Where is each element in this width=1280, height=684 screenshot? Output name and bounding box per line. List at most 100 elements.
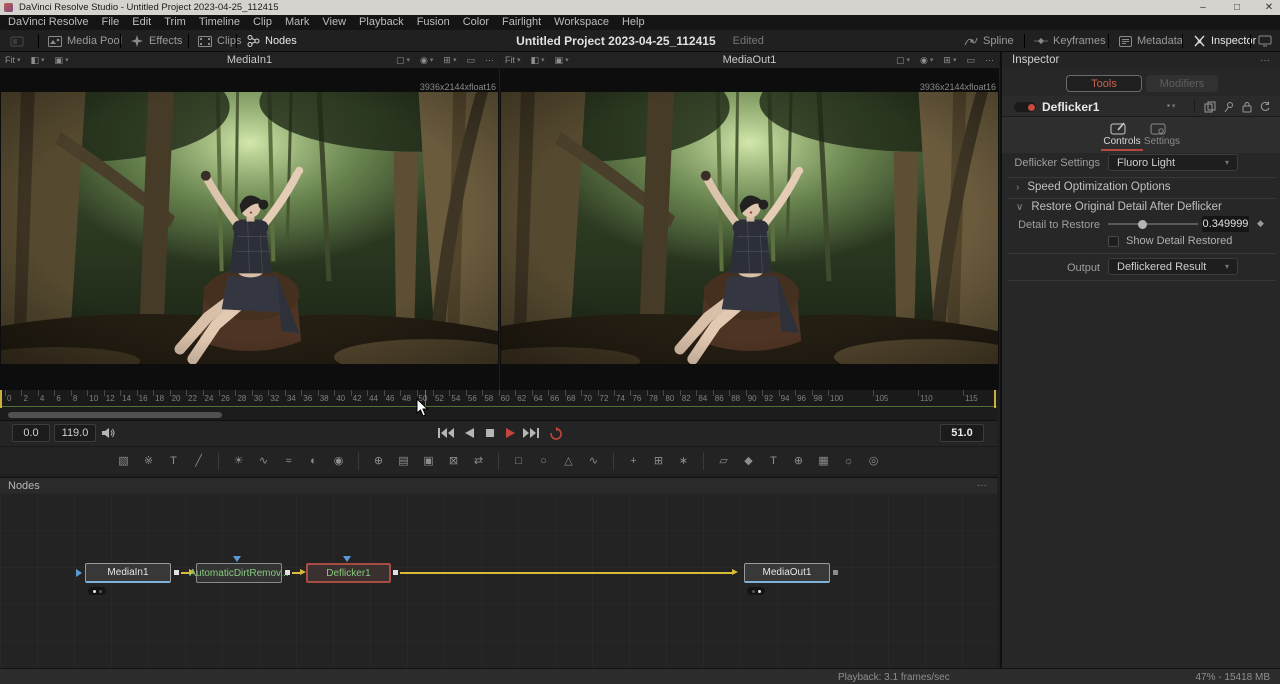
menu-timeline[interactable]: Timeline xyxy=(199,15,240,30)
mediaout1-output-port[interactable] xyxy=(833,570,838,575)
adr-output-port[interactable] xyxy=(285,570,290,575)
camera-3d-tool-icon[interactable]: ▦ xyxy=(813,453,834,469)
menu-mark[interactable]: Mark xyxy=(285,15,309,30)
channel-dropdown-left[interactable]: ▢▾ xyxy=(396,55,410,66)
close-button[interactable]: ✕ xyxy=(1254,0,1280,15)
effects-button[interactable]: Effects xyxy=(130,30,182,52)
split-view-dropdown-right[interactable]: ◧▾ xyxy=(531,55,545,66)
polygon-mask-tool-icon[interactable]: △ xyxy=(558,453,579,469)
brightness-contrast-tool-icon[interactable]: ◐ xyxy=(303,453,324,469)
slider-handle[interactable] xyxy=(1138,220,1147,229)
resize-tool-icon[interactable]: ⊠ xyxy=(443,453,464,469)
viewer-left[interactable]: 3936x2144xfloat16 xyxy=(0,68,499,390)
blur-tool-icon[interactable]: ◉ xyxy=(328,453,349,469)
menu-edit[interactable]: Edit xyxy=(132,15,151,30)
reset-icon[interactable] xyxy=(1259,100,1271,118)
node-graph[interactable]: MediaIn1 AutomaticDirtRemov... Deflicker… xyxy=(0,493,997,668)
detail-to-restore-slider[interactable] xyxy=(1108,223,1198,225)
current-frame-field[interactable]: 51.0 xyxy=(940,424,984,442)
fullscreen-viewer-button[interactable] xyxy=(1258,30,1272,52)
version-dropdown[interactable]: ▪▾ xyxy=(1167,101,1175,110)
inspector-button[interactable]: Inspector xyxy=(1192,30,1256,52)
rectangle-mask-tool-icon[interactable]: □ xyxy=(508,453,529,469)
minimize-button[interactable]: – xyxy=(1188,0,1218,15)
restore-detail-section[interactable]: ∨Restore Original Detail After Deflicker xyxy=(1016,201,1222,213)
menu-fairlight[interactable]: Fairlight xyxy=(502,15,541,30)
menu-trim[interactable]: Trim xyxy=(164,15,186,30)
fast-noise-tool-icon[interactable]: ※ xyxy=(138,453,159,469)
camera-tracker-tool-icon[interactable]: ∗ xyxy=(673,453,694,469)
ellipse-mask-tool-icon[interactable]: ○ xyxy=(533,453,554,469)
lut-dropdown-right[interactable]: ◉▾ xyxy=(920,55,933,66)
viewer-right[interactable]: 3936x2144xfloat16 xyxy=(500,68,999,390)
maximize-button[interactable]: □ xyxy=(1222,0,1252,15)
keyframes-button[interactable]: Keyframes xyxy=(1034,30,1106,52)
menu-clip[interactable]: Clip xyxy=(253,15,272,30)
menu-playback[interactable]: Playback xyxy=(359,15,404,30)
node-enable-toggle[interactable] xyxy=(1014,102,1036,112)
channel-dropdown-right[interactable]: ▢▾ xyxy=(896,55,910,66)
keyframe-diamond-icon[interactable]: ◆ xyxy=(1257,218,1264,229)
speed-optimization-section[interactable]: ›Speed Optimization Options xyxy=(1016,181,1171,193)
range-start-field[interactable]: 0.0 xyxy=(12,424,50,442)
inspector-options[interactable]: ··· xyxy=(1260,55,1270,66)
viewer-left-options[interactable]: ··· xyxy=(485,55,494,65)
renderer-3d-tool-icon[interactable]: ◎ xyxy=(863,453,884,469)
play-button[interactable] xyxy=(500,426,520,440)
matte-control-tool-icon[interactable]: ▣ xyxy=(418,453,439,469)
tab-settings[interactable]: Settings xyxy=(1140,136,1184,147)
tab-tools[interactable]: Tools xyxy=(1066,75,1142,92)
roi-button-right[interactable]: ▭ xyxy=(966,55,975,66)
audio-mute-button[interactable] xyxy=(98,426,118,440)
stereo-dropdown-left[interactable]: ▣▾ xyxy=(55,55,69,66)
loop-in-marker[interactable] xyxy=(0,390,2,408)
menu-workspace[interactable]: Workspace xyxy=(554,15,609,30)
color-curves-tool-icon[interactable]: ∿ xyxy=(253,453,274,469)
output-dropdown[interactable]: Deflickered Result▾ xyxy=(1108,258,1238,275)
paint-tool-icon[interactable]: ╱ xyxy=(188,453,209,469)
last-frame-button[interactable] xyxy=(521,426,541,440)
menu-davinci-resolve[interactable]: DaVinci Resolve xyxy=(8,15,89,30)
mediaout1-thumb-toggle[interactable] xyxy=(747,587,765,595)
menu-help[interactable]: Help xyxy=(622,15,645,30)
mediain1-output-port[interactable] xyxy=(174,570,179,575)
split-view-dropdown-left[interactable]: ◧▾ xyxy=(31,55,45,66)
deflicker-output-port[interactable] xyxy=(393,570,398,575)
fit-dropdown-right[interactable]: Fit▾ xyxy=(505,55,521,65)
adr-input-triangle[interactable] xyxy=(233,556,241,562)
metadata-button[interactable]: Metadata xyxy=(1118,30,1183,52)
text-3d-tool-icon[interactable]: T xyxy=(763,453,784,469)
fit-dropdown-left[interactable]: Fit▾ xyxy=(5,55,21,65)
lut-dropdown-left[interactable]: ◉▾ xyxy=(420,55,433,66)
nodes-button[interactable]: Nodes xyxy=(246,30,297,52)
tab-modifiers[interactable]: Modifiers xyxy=(1146,75,1218,92)
spotlight-3d-tool-icon[interactable]: ☼ xyxy=(838,453,859,469)
grid-dropdown-left[interactable]: ⊞▾ xyxy=(443,55,456,66)
roi-button-left[interactable]: ▭ xyxy=(466,55,475,66)
planar-tracker-tool-icon[interactable]: ⊞ xyxy=(648,453,669,469)
menu-color[interactable]: Color xyxy=(463,15,489,30)
merge-tool-icon[interactable]: ⊕ xyxy=(368,453,389,469)
channel-booleans-tool-icon[interactable]: ▤ xyxy=(393,453,414,469)
timeline-scrollbar[interactable] xyxy=(8,412,222,418)
pin-icon[interactable] xyxy=(1223,100,1235,118)
lock-icon[interactable] xyxy=(1241,100,1253,118)
mediain1-thumb-toggle[interactable] xyxy=(88,587,106,595)
shape-3d-tool-icon[interactable]: ◆ xyxy=(738,453,759,469)
clips-button[interactable]: Clips xyxy=(198,30,241,52)
transform-tool-icon[interactable]: ⇄ xyxy=(468,453,489,469)
node-automaticdirtremoval[interactable]: AutomaticDirtRemov... xyxy=(196,563,282,583)
grid-dropdown-right[interactable]: ⊞▾ xyxy=(943,55,956,66)
copy-settings-icon[interactable] xyxy=(1204,100,1216,118)
first-frame-button[interactable] xyxy=(436,426,456,440)
loop-out-marker[interactable] xyxy=(994,390,996,408)
hue-curves-tool-icon[interactable]: ≈ xyxy=(278,453,299,469)
bspline-mask-tool-icon[interactable]: ∿ xyxy=(583,453,604,469)
ui-layout-toggle[interactable] xyxy=(10,30,24,52)
menu-fusion[interactable]: Fusion xyxy=(417,15,450,30)
stop-button[interactable] xyxy=(480,426,500,440)
color-corrector-tool-icon[interactable]: ☀ xyxy=(228,453,249,469)
mediain1-input-triangle[interactable] xyxy=(76,569,82,577)
range-end-field[interactable]: 119.0 xyxy=(54,424,96,442)
node-mediaout1[interactable]: MediaOut1 xyxy=(744,563,830,583)
